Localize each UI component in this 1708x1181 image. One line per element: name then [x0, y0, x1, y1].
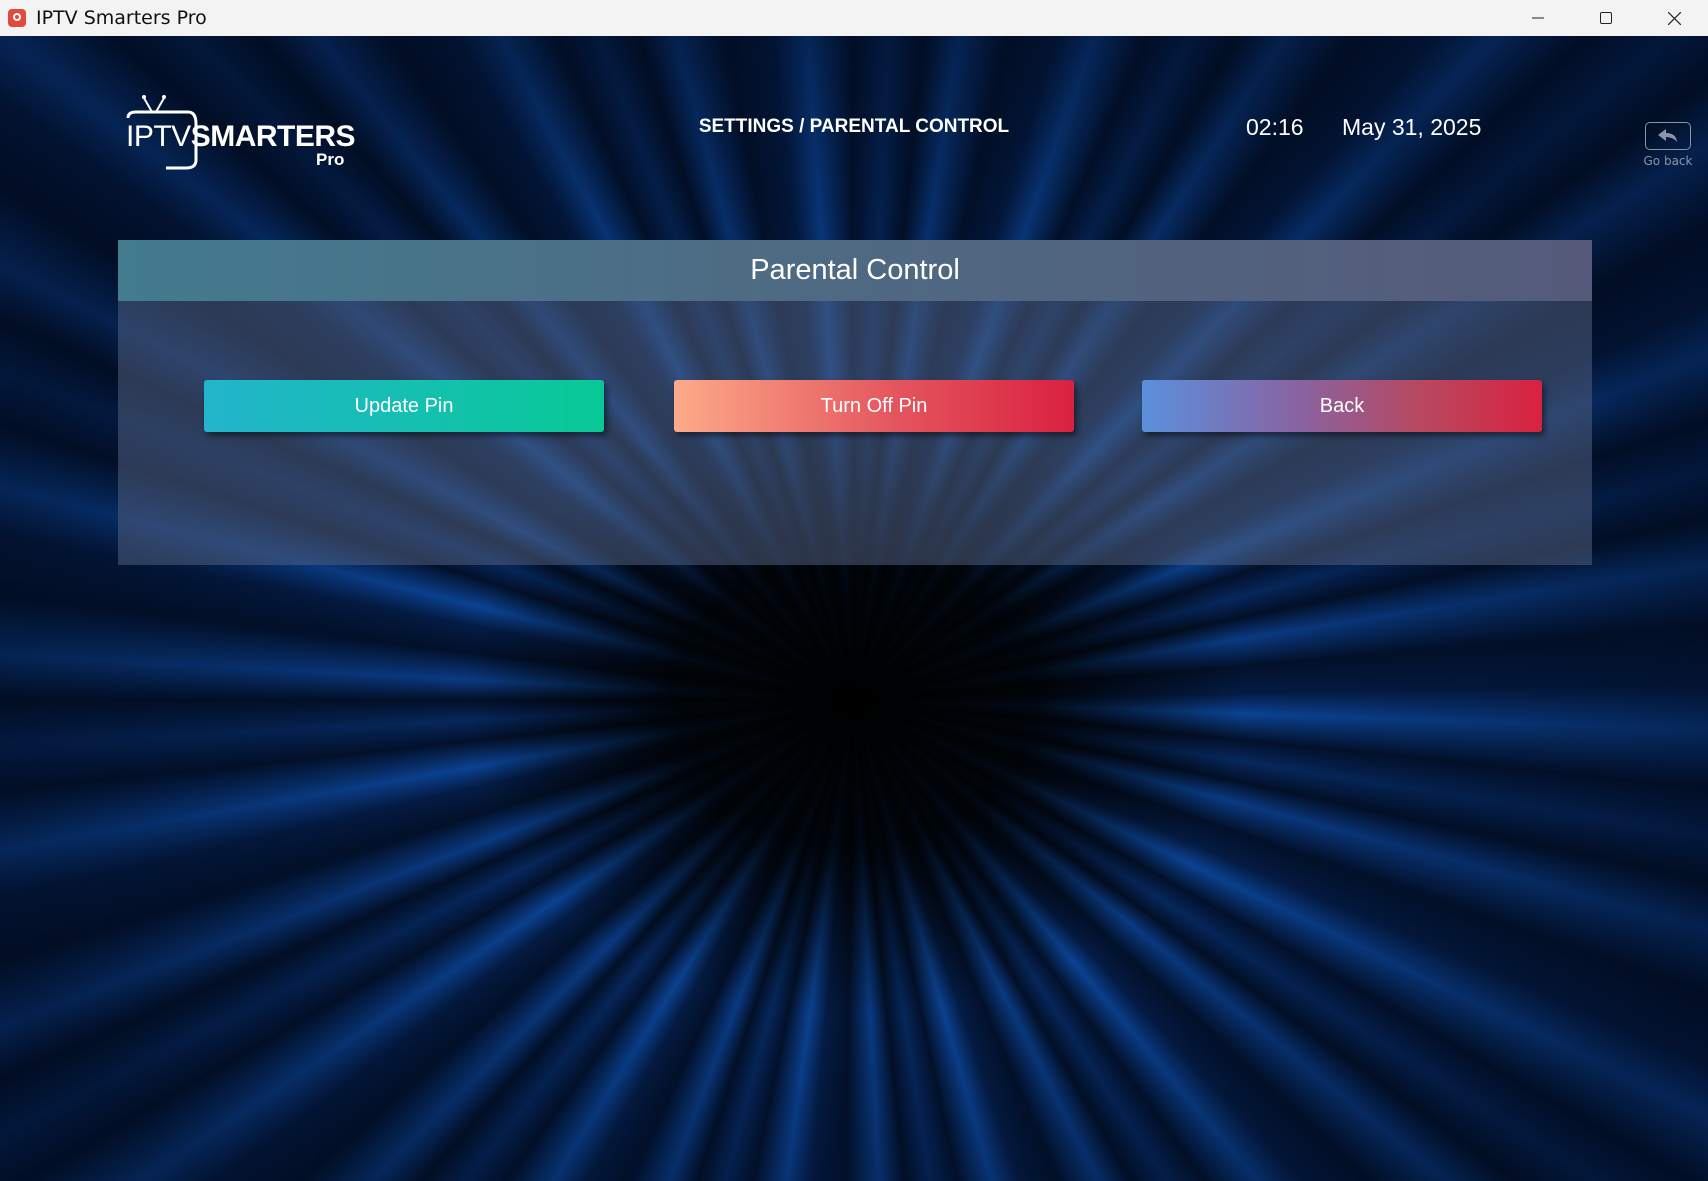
close-icon [1667, 11, 1681, 25]
go-back-label: Go back [1643, 154, 1693, 168]
app-stage: IPTVSMARTERS Pro SETTINGS / PARENTAL CON… [0, 36, 1708, 1181]
title-bar: IPTV Smarters Pro [0, 0, 1708, 36]
maximize-icon [1600, 12, 1612, 24]
window-title: IPTV Smarters Pro [36, 7, 207, 29]
logo-iptv-text: IPTV [126, 120, 191, 153]
app-icon [8, 9, 26, 27]
turn-off-pin-button[interactable]: Turn Off Pin [674, 380, 1074, 432]
go-back-button[interactable]: Go back [1642, 122, 1694, 168]
maximize-button[interactable] [1572, 0, 1640, 36]
close-button[interactable] [1640, 0, 1708, 36]
parental-control-panel: Parental Control Update Pin Turn Off Pin… [118, 240, 1592, 565]
window-controls [1504, 0, 1708, 36]
logo-pro-text: Pro [316, 150, 345, 169]
iptv-smarters-logo: IPTVSMARTERS Pro [122, 84, 356, 174]
update-pin-button[interactable]: Update Pin [204, 380, 604, 432]
minimize-icon [1532, 17, 1544, 19]
logo-wordmark: IPTVSMARTERS [126, 120, 356, 153]
back-button[interactable]: Back [1142, 380, 1542, 432]
app-window: IPTV Smarters Pro IPTVSMARTERS Pro SETTI… [0, 0, 1708, 1181]
minimize-button[interactable] [1504, 0, 1572, 36]
go-back-box [1645, 122, 1691, 150]
panel-title: Parental Control [118, 240, 1592, 301]
reply-arrow-icon [1658, 129, 1677, 142]
logo-smarters-text: SMARTERS [190, 120, 356, 153]
clock-time: 02:16 [1246, 114, 1304, 140]
clock-date: May 31, 2025 [1342, 114, 1482, 140]
